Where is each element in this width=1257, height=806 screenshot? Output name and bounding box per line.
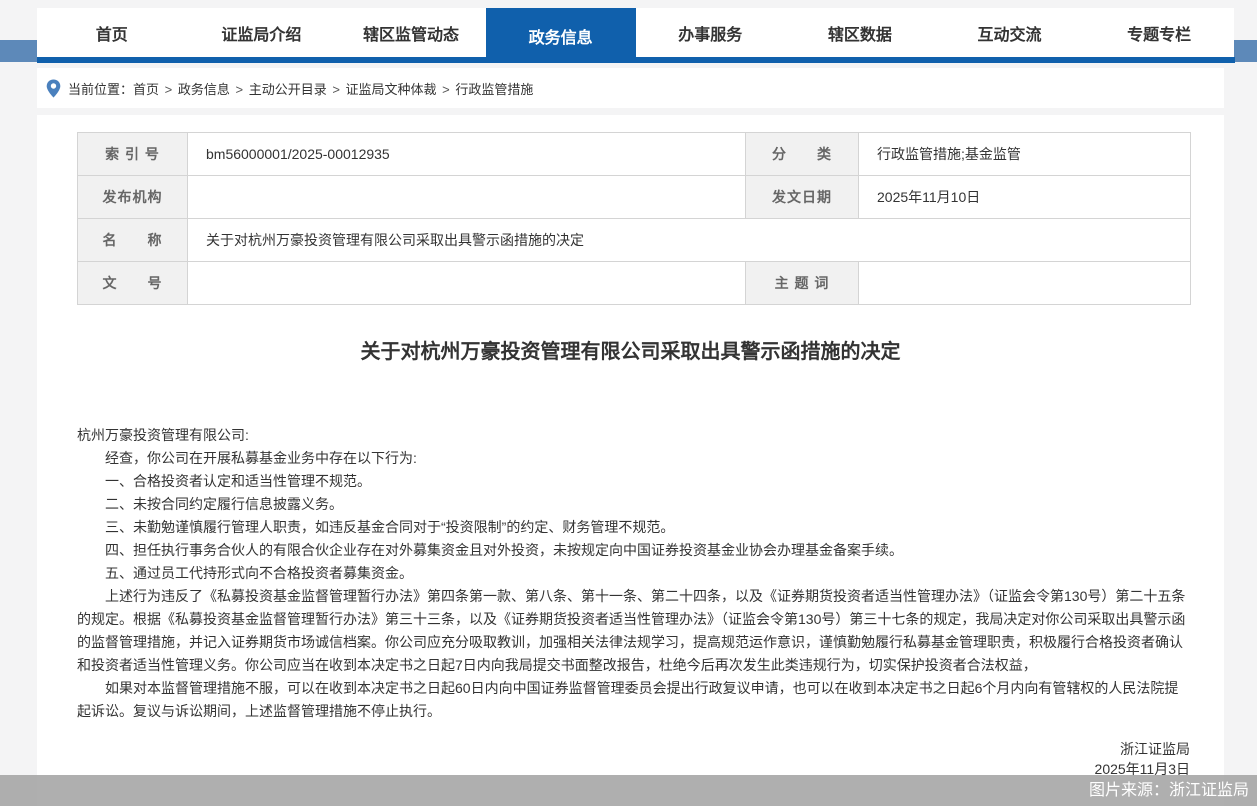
table-row: 名 称 关于对杭州万豪投资管理有限公司采取出具警示函措施的决定: [78, 219, 1191, 262]
meta-label-subject-words: 主 题 词: [746, 262, 859, 305]
document-paragraph: 上述行为违反了《私募投资基金监督管理暂行办法》第四条第一款、第八条、第十一条、第…: [77, 585, 1190, 677]
document-paragraph: 五、通过员工代持形式向不合格投资者募集资金。: [77, 562, 1190, 585]
document-paragraph: 如果对本监督管理措施不服，可以在收到本决定书之日起60日内向中国证券监督管理委员…: [77, 677, 1190, 723]
breadcrumb-label: 当前位置：: [68, 79, 133, 98]
page: 首页证监局介绍辖区监管动态政务信息办事服务辖区数据互动交流专题专栏 当前位置： …: [0, 0, 1257, 806]
document-paragraph: 二、未按合同约定履行信息披露义务。: [77, 493, 1190, 516]
meta-value-issuing-agency: [188, 176, 746, 219]
meta-label-category: 分 类: [746, 133, 859, 176]
signature-block: 浙江证监局 2025年11月3日: [37, 739, 1190, 779]
breadcrumb-separator: >: [439, 82, 454, 97]
meta-label-index-number: 索 引 号: [78, 133, 188, 176]
meta-label-name: 名 称: [78, 219, 188, 262]
meta-value-category: 行政监管措施;基金监管: [859, 133, 1191, 176]
meta-label-issuing-agency: 发布机构: [78, 176, 188, 219]
nav-underline-strip: [37, 57, 1235, 63]
meta-label-document-number: 文 号: [78, 262, 188, 305]
breadcrumb-link[interactable]: 政务信息: [178, 82, 230, 97]
document-card: 索 引 号 bm56000001/2025-00012935 分 类 行政监管措…: [37, 115, 1224, 806]
breadcrumb: 当前位置： 首页 > 政务信息 > 主动公开目录 > 证监局文种体裁 > 行政监…: [37, 68, 1224, 108]
breadcrumb-link[interactable]: 首页: [133, 82, 159, 97]
breadcrumb-link[interactable]: 行政监管措施: [455, 82, 533, 97]
document-paragraph: 一、合格投资者认定和适当性管理不规范。: [77, 470, 1190, 493]
table-row: 文 号 主 题 词: [78, 262, 1191, 305]
table-row: 索 引 号 bm56000001/2025-00012935 分 类 行政监管措…: [78, 133, 1191, 176]
meta-value-subject-words: [859, 262, 1191, 305]
breadcrumb-separator: >: [161, 82, 176, 97]
breadcrumb-separator: >: [329, 82, 344, 97]
meta-value-document-number: [188, 262, 746, 305]
location-pin-icon: [46, 79, 61, 98]
meta-value-index-number: bm56000001/2025-00012935: [188, 133, 746, 176]
breadcrumb-items: 首页 > 政务信息 > 主动公开目录 > 证监局文种体裁 > 行政监管措施: [133, 79, 533, 98]
signature-org: 浙江证监局: [37, 739, 1190, 759]
tab-special[interactable]: 专题专栏: [1084, 8, 1234, 57]
breadcrumb-link[interactable]: 证监局文种体裁: [346, 82, 437, 97]
meta-label-issue-date: 发文日期: [746, 176, 859, 219]
tab-interaction[interactable]: 互动交流: [935, 8, 1085, 57]
table-row: 发布机构 发文日期 2025年11月10日: [78, 176, 1191, 219]
meta-value-issue-date: 2025年11月10日: [859, 176, 1191, 219]
tab-about[interactable]: 证监局介绍: [187, 8, 337, 57]
tab-gov-info[interactable]: 政务信息: [486, 8, 636, 63]
breadcrumb-link[interactable]: 主动公开目录: [249, 82, 327, 97]
document-paragraph: 三、未勤勉谨慎履行管理人职责，如违反基金合同对于“投资限制”的约定、财务管理不规…: [77, 516, 1190, 539]
meta-value-name: 关于对杭州万豪投资管理有限公司采取出具警示函措施的决定: [188, 219, 1191, 262]
tab-home[interactable]: 首页: [37, 8, 187, 57]
main-navigation: 首页证监局介绍辖区监管动态政务信息办事服务辖区数据互动交流专题专栏: [37, 8, 1234, 57]
page-title: 关于对杭州万豪投资管理有限公司采取出具警示函措施的决定: [37, 335, 1224, 364]
document-meta-table: 索 引 号 bm56000001/2025-00012935 分 类 行政监管措…: [77, 132, 1191, 305]
document-paragraph: 经查，你公司在开展私募基金业务中存在以下行为:: [77, 447, 1190, 470]
document-paragraph: 四、担任执行事务合伙人的有限合伙企业存在对外募集资金且对外投资，未按规定向中国证…: [77, 539, 1190, 562]
document-paragraph: 杭州万豪投资管理有限公司:: [77, 424, 1190, 447]
image-credit-bar: 图片来源：浙江证监局: [0, 775, 1257, 806]
image-credit-text: 图片来源：浙江证监局: [1089, 782, 1249, 799]
breadcrumb-separator: >: [232, 82, 247, 97]
tab-services[interactable]: 办事服务: [636, 8, 786, 57]
tab-region-data[interactable]: 辖区数据: [785, 8, 935, 57]
document-body: 杭州万豪投资管理有限公司:经查，你公司在开展私募基金业务中存在以下行为:一、合格…: [77, 424, 1190, 723]
tab-dynamics[interactable]: 辖区监管动态: [336, 8, 486, 57]
